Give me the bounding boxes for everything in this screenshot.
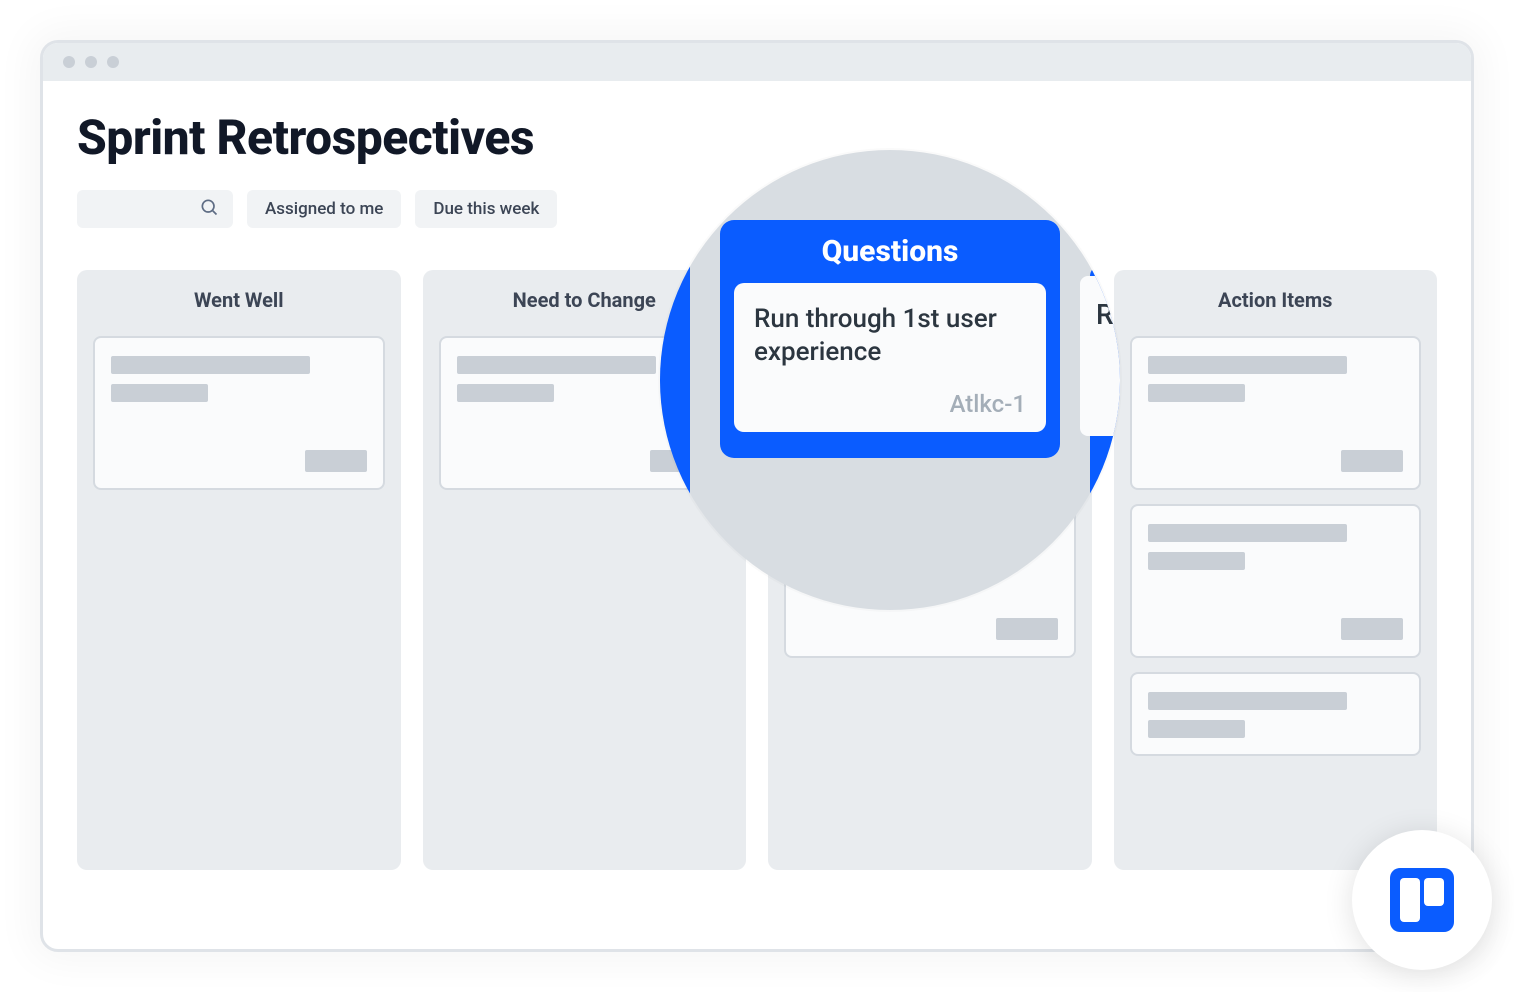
card-text-placeholder bbox=[111, 384, 208, 402]
column-action-items[interactable]: Action Items bbox=[1114, 270, 1438, 870]
magnified-column: Questions Run through 1st user experienc… bbox=[720, 220, 1060, 458]
filter-label: Due this week bbox=[433, 199, 539, 219]
magnified-adjacent-column-left bbox=[660, 220, 690, 520]
window-titlebar bbox=[43, 43, 1471, 81]
magnified-card[interactable]: Run through 1st user experience Atlkc-1 bbox=[734, 283, 1046, 432]
card-text-placeholder bbox=[111, 356, 310, 374]
magnifier-overlay: Questions Run through 1st user experienc… bbox=[660, 150, 1120, 610]
magnified-adjacent-card-right: R bbox=[1080, 276, 1120, 476]
app-logo-badge[interactable] bbox=[1352, 830, 1492, 970]
column-title: Went Well bbox=[93, 288, 385, 312]
magnified-column-title: Questions bbox=[734, 234, 1046, 269]
card-text-placeholder bbox=[457, 356, 656, 374]
window-control-maximize[interactable] bbox=[107, 56, 119, 68]
card-tag-placeholder bbox=[1341, 450, 1403, 472]
card-text-placeholder bbox=[457, 384, 554, 402]
card-text-placeholder bbox=[1148, 552, 1245, 570]
card-tag-placeholder bbox=[996, 618, 1058, 640]
card[interactable] bbox=[1130, 336, 1422, 490]
card-tag-placeholder bbox=[305, 450, 367, 472]
card[interactable] bbox=[93, 336, 385, 490]
card[interactable] bbox=[1130, 504, 1422, 658]
magnified-card-text: Run through 1st user experience bbox=[754, 303, 1026, 368]
card-text-placeholder bbox=[1148, 356, 1347, 374]
magnifier-content: Questions Run through 1st user experienc… bbox=[660, 150, 1120, 610]
card-text-placeholder bbox=[1148, 384, 1245, 402]
window-control-close[interactable] bbox=[63, 56, 75, 68]
search-icon bbox=[199, 197, 219, 221]
card[interactable] bbox=[1130, 672, 1422, 756]
column-went-well[interactable]: Went Well bbox=[77, 270, 401, 870]
window-control-minimize[interactable] bbox=[85, 56, 97, 68]
search-input[interactable] bbox=[77, 190, 233, 228]
card-text-placeholder bbox=[1148, 524, 1347, 542]
card-text-placeholder bbox=[1148, 720, 1245, 738]
filter-due-this-week[interactable]: Due this week bbox=[415, 190, 557, 228]
filter-label: Assigned to me bbox=[265, 199, 383, 219]
magnified-card-tag: Atlkc-1 bbox=[754, 390, 1026, 418]
trello-icon bbox=[1390, 868, 1454, 932]
magnified-adjacent-card-text: R bbox=[1080, 276, 1120, 436]
filter-assigned-to-me[interactable]: Assigned to me bbox=[247, 190, 401, 228]
card-tag-placeholder bbox=[1341, 618, 1403, 640]
column-title: Action Items bbox=[1130, 288, 1422, 312]
card-text-placeholder bbox=[1148, 692, 1347, 710]
